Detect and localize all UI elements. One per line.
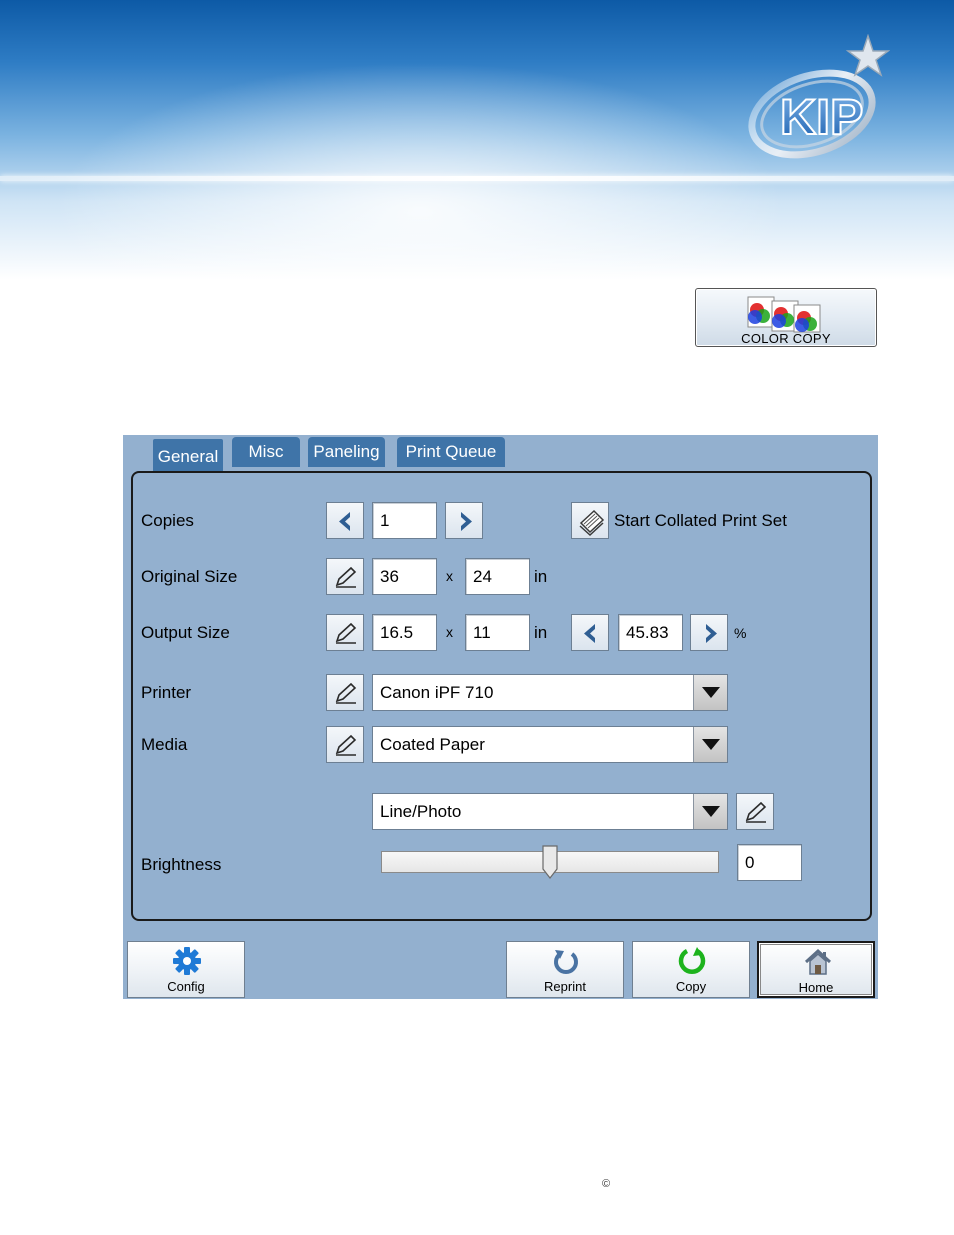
tab-misc[interactable]: Misc — [232, 437, 300, 467]
gear-icon — [173, 947, 201, 975]
copyright-symbol: © — [602, 1178, 611, 1190]
copies-decrease-button[interactable] — [326, 502, 364, 539]
home-label: Home — [798, 980, 834, 995]
reprint-label: Reprint — [544, 979, 586, 994]
media-label: Media — [141, 735, 188, 754]
reprint-button[interactable]: Reprint — [506, 941, 624, 998]
printer-edit-button[interactable] — [326, 674, 364, 711]
header-banner: KIP — [0, 0, 954, 280]
media-select-value: Coated Paper — [380, 735, 485, 754]
collated-print-label: Start Collated Print Set — [614, 511, 787, 530]
output-size-edit-button[interactable] — [326, 614, 364, 651]
media-edit-button[interactable] — [326, 726, 364, 763]
output-size-label: Output Size — [141, 623, 230, 642]
printer-select-value: Canon iPF 710 — [380, 683, 494, 702]
image-mode-select[interactable]: Line/Photo — [372, 793, 728, 830]
printer-dropdown-button[interactable] — [693, 675, 727, 710]
original-height-input[interactable]: 24 — [465, 558, 530, 595]
scale-percent-unit: % — [734, 625, 747, 641]
printer-select[interactable]: Canon iPF 710 — [372, 674, 728, 711]
original-width-input[interactable]: 36 — [372, 558, 437, 595]
brightness-value-input[interactable]: 0 — [737, 844, 802, 881]
brightness-label: Brightness — [141, 855, 222, 874]
arrow-left-icon — [584, 624, 595, 643]
banner-stripe — [0, 176, 954, 181]
printer-label: Printer — [141, 683, 192, 702]
color-copy-label: COLOR COPY — [741, 331, 831, 346]
pencil-edit-icon — [745, 801, 767, 823]
pencil-edit-icon — [335, 566, 357, 588]
collated-print-button[interactable] — [571, 502, 609, 539]
reprint-arrow-icon — [554, 950, 578, 974]
general-tab-content: Copies 1 Start Collated Print Set Origin… — [131, 471, 872, 921]
chevron-down-icon — [702, 806, 720, 817]
arrow-left-icon — [339, 512, 350, 531]
original-size-edit-button[interactable] — [326, 558, 364, 595]
tab-general[interactable]: General — [151, 437, 225, 473]
output-height-input[interactable]: 11 — [465, 614, 530, 651]
copies-label: Copies — [141, 511, 194, 530]
home-button[interactable]: Home — [757, 941, 875, 998]
image-mode-dropdown-button[interactable] — [693, 794, 727, 829]
home-icon — [804, 948, 832, 975]
kip-logo: KIP — [748, 34, 890, 159]
scale-decrease-button[interactable] — [571, 614, 609, 651]
chevron-down-icon — [702, 687, 720, 698]
chevron-down-icon — [702, 739, 720, 750]
config-button[interactable]: Config — [127, 941, 245, 998]
brightness-slider-thumb[interactable] — [542, 845, 558, 879]
original-size-unit: in — [534, 567, 548, 586]
copy-label: Copy — [675, 979, 707, 994]
arrow-right-icon — [461, 512, 472, 531]
copy-start-icon — [678, 947, 706, 975]
tab-paneling[interactable]: Paneling — [308, 437, 385, 467]
document-stack-icon — [579, 509, 605, 537]
pencil-edit-icon — [335, 682, 357, 704]
pencil-edit-icon — [335, 622, 357, 644]
arrow-right-icon — [706, 624, 717, 643]
output-size-times: x — [446, 624, 453, 640]
copy-settings-panel: General Misc Paneling Print Queue Copies… — [123, 435, 878, 999]
copies-input[interactable]: 1 — [372, 502, 437, 539]
media-select[interactable]: Coated Paper — [372, 726, 728, 763]
scale-increase-button[interactable] — [690, 614, 728, 651]
pencil-edit-icon — [335, 734, 357, 756]
scale-percent-input[interactable]: 45.83 — [618, 614, 683, 651]
copy-button[interactable]: Copy — [632, 941, 750, 998]
original-size-times: x — [446, 568, 453, 584]
image-mode-edit-button[interactable] — [736, 793, 774, 830]
svg-text:KIP: KIP — [780, 89, 863, 145]
copies-increase-button[interactable] — [445, 502, 483, 539]
image-mode-select-value: Line/Photo — [380, 802, 462, 821]
color-copy-icon — [747, 296, 821, 333]
color-copy-button[interactable]: COLOR COPY — [695, 288, 877, 347]
config-label: Config — [167, 979, 205, 994]
output-size-unit: in — [534, 623, 548, 642]
original-size-label: Original Size — [141, 567, 238, 586]
media-dropdown-button[interactable] — [693, 727, 727, 762]
output-width-input[interactable]: 16.5 — [372, 614, 437, 651]
tab-print-queue[interactable]: Print Queue — [397, 437, 505, 467]
